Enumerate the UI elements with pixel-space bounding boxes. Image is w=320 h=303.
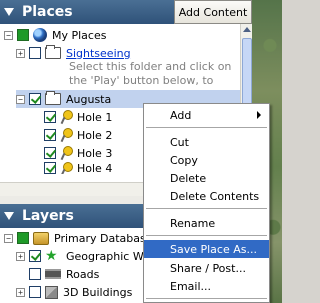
checkbox[interactable] xyxy=(29,286,41,298)
tree-item-hole-4[interactable]: Hole 4 xyxy=(44,162,112,174)
menu-item-share-post[interactable]: Share / Post... xyxy=(144,259,269,277)
checkbox[interactable] xyxy=(17,29,29,41)
tree-item-hole-1[interactable]: Hole 1 xyxy=(44,108,112,126)
layer-item-geographic-web[interactable]: + ★ Geographic Web xyxy=(16,247,157,265)
add-content-button[interactable]: Add Content xyxy=(174,0,252,24)
menu-item-delete-contents[interactable]: Delete Contents xyxy=(144,187,269,205)
folder-icon xyxy=(45,45,61,59)
globe-icon xyxy=(33,28,47,42)
checkbox[interactable] xyxy=(44,129,56,141)
menu-item-add[interactable]: Add xyxy=(144,106,269,124)
tree-item-label: Hole 4 xyxy=(77,162,113,174)
places-title: Places xyxy=(22,4,73,20)
collapse-icon[interactable]: − xyxy=(4,233,13,243)
menu-item-cut[interactable]: Cut xyxy=(144,133,269,151)
building-icon xyxy=(45,285,58,299)
layers-title: Layers xyxy=(22,208,74,224)
menu-separator xyxy=(146,235,267,236)
layer-item-label: Primary Database xyxy=(54,231,153,245)
menu-item-rename[interactable]: Rename xyxy=(144,214,269,232)
tree-item-label: Augusta xyxy=(66,92,112,106)
menu-item-email[interactable]: Email... xyxy=(144,277,269,295)
placemark-pin-icon xyxy=(60,110,73,124)
layer-item-roads[interactable]: Roads xyxy=(29,265,99,283)
expand-icon[interactable]: + xyxy=(16,251,25,261)
placemark-pin-icon xyxy=(60,128,73,142)
tree-item-label: My Places xyxy=(52,28,107,42)
expand-icon[interactable]: + xyxy=(16,287,25,297)
tree-item-label: Hole 3 xyxy=(77,146,113,160)
menu-separator xyxy=(146,208,267,209)
folder-open-icon xyxy=(45,91,61,105)
checkbox[interactable] xyxy=(29,250,41,262)
checkbox[interactable] xyxy=(44,162,56,174)
menu-item-label: Add xyxy=(170,108,192,122)
placemark-pin-icon xyxy=(60,146,73,160)
checkbox[interactable] xyxy=(29,93,41,105)
road-icon xyxy=(45,269,61,279)
layer-item-label: 3D Buildings xyxy=(63,285,133,299)
checkbox[interactable] xyxy=(29,268,41,280)
placemark-pin-icon xyxy=(60,162,73,174)
tree-item-label: Hole 2 xyxy=(77,128,113,142)
submenu-arrow-icon xyxy=(257,111,261,119)
collapse-triangle-icon[interactable] xyxy=(4,8,14,16)
tree-item-label: Hole 1 xyxy=(77,110,113,124)
tree-item-hole-3[interactable]: Hole 3 xyxy=(44,144,112,162)
tree-item-my-places[interactable]: − My Places xyxy=(4,26,106,44)
star-icon: ★ xyxy=(45,248,58,264)
checkbox[interactable] xyxy=(29,47,41,59)
menu-separator xyxy=(146,298,267,299)
tree-item-link[interactable]: Sightseeing xyxy=(66,47,131,60)
database-icon xyxy=(33,231,49,245)
folder-description: Select this folder and click on the 'Pla… xyxy=(69,60,232,87)
checkbox[interactable] xyxy=(17,232,29,244)
scroll-up-icon[interactable] xyxy=(243,27,251,32)
collapse-icon[interactable]: − xyxy=(16,94,25,104)
menu-item-delete[interactable]: Delete xyxy=(144,169,269,187)
collapse-triangle-icon[interactable] xyxy=(4,212,14,220)
tree-item-hole-2[interactable]: Hole 2 xyxy=(44,126,112,144)
checkbox[interactable] xyxy=(44,147,56,159)
expand-icon[interactable]: + xyxy=(16,48,25,58)
menu-separator xyxy=(146,127,267,128)
places-header[interactable]: Places Add Content xyxy=(0,0,252,24)
menu-item-save-place-as[interactable]: Save Place As... xyxy=(144,240,269,258)
layer-item-label: Roads xyxy=(66,267,100,281)
collapse-icon[interactable]: − xyxy=(4,30,13,40)
layer-item-primary-database[interactable]: − Primary Database xyxy=(4,229,153,247)
menu-item-copy[interactable]: Copy xyxy=(144,151,269,169)
layer-item-3d-buildings[interactable]: + 3D Buildings xyxy=(16,283,132,301)
checkbox[interactable] xyxy=(44,111,56,123)
context-menu: Add Cut Copy Delete Delete Contents Rena… xyxy=(143,103,270,303)
